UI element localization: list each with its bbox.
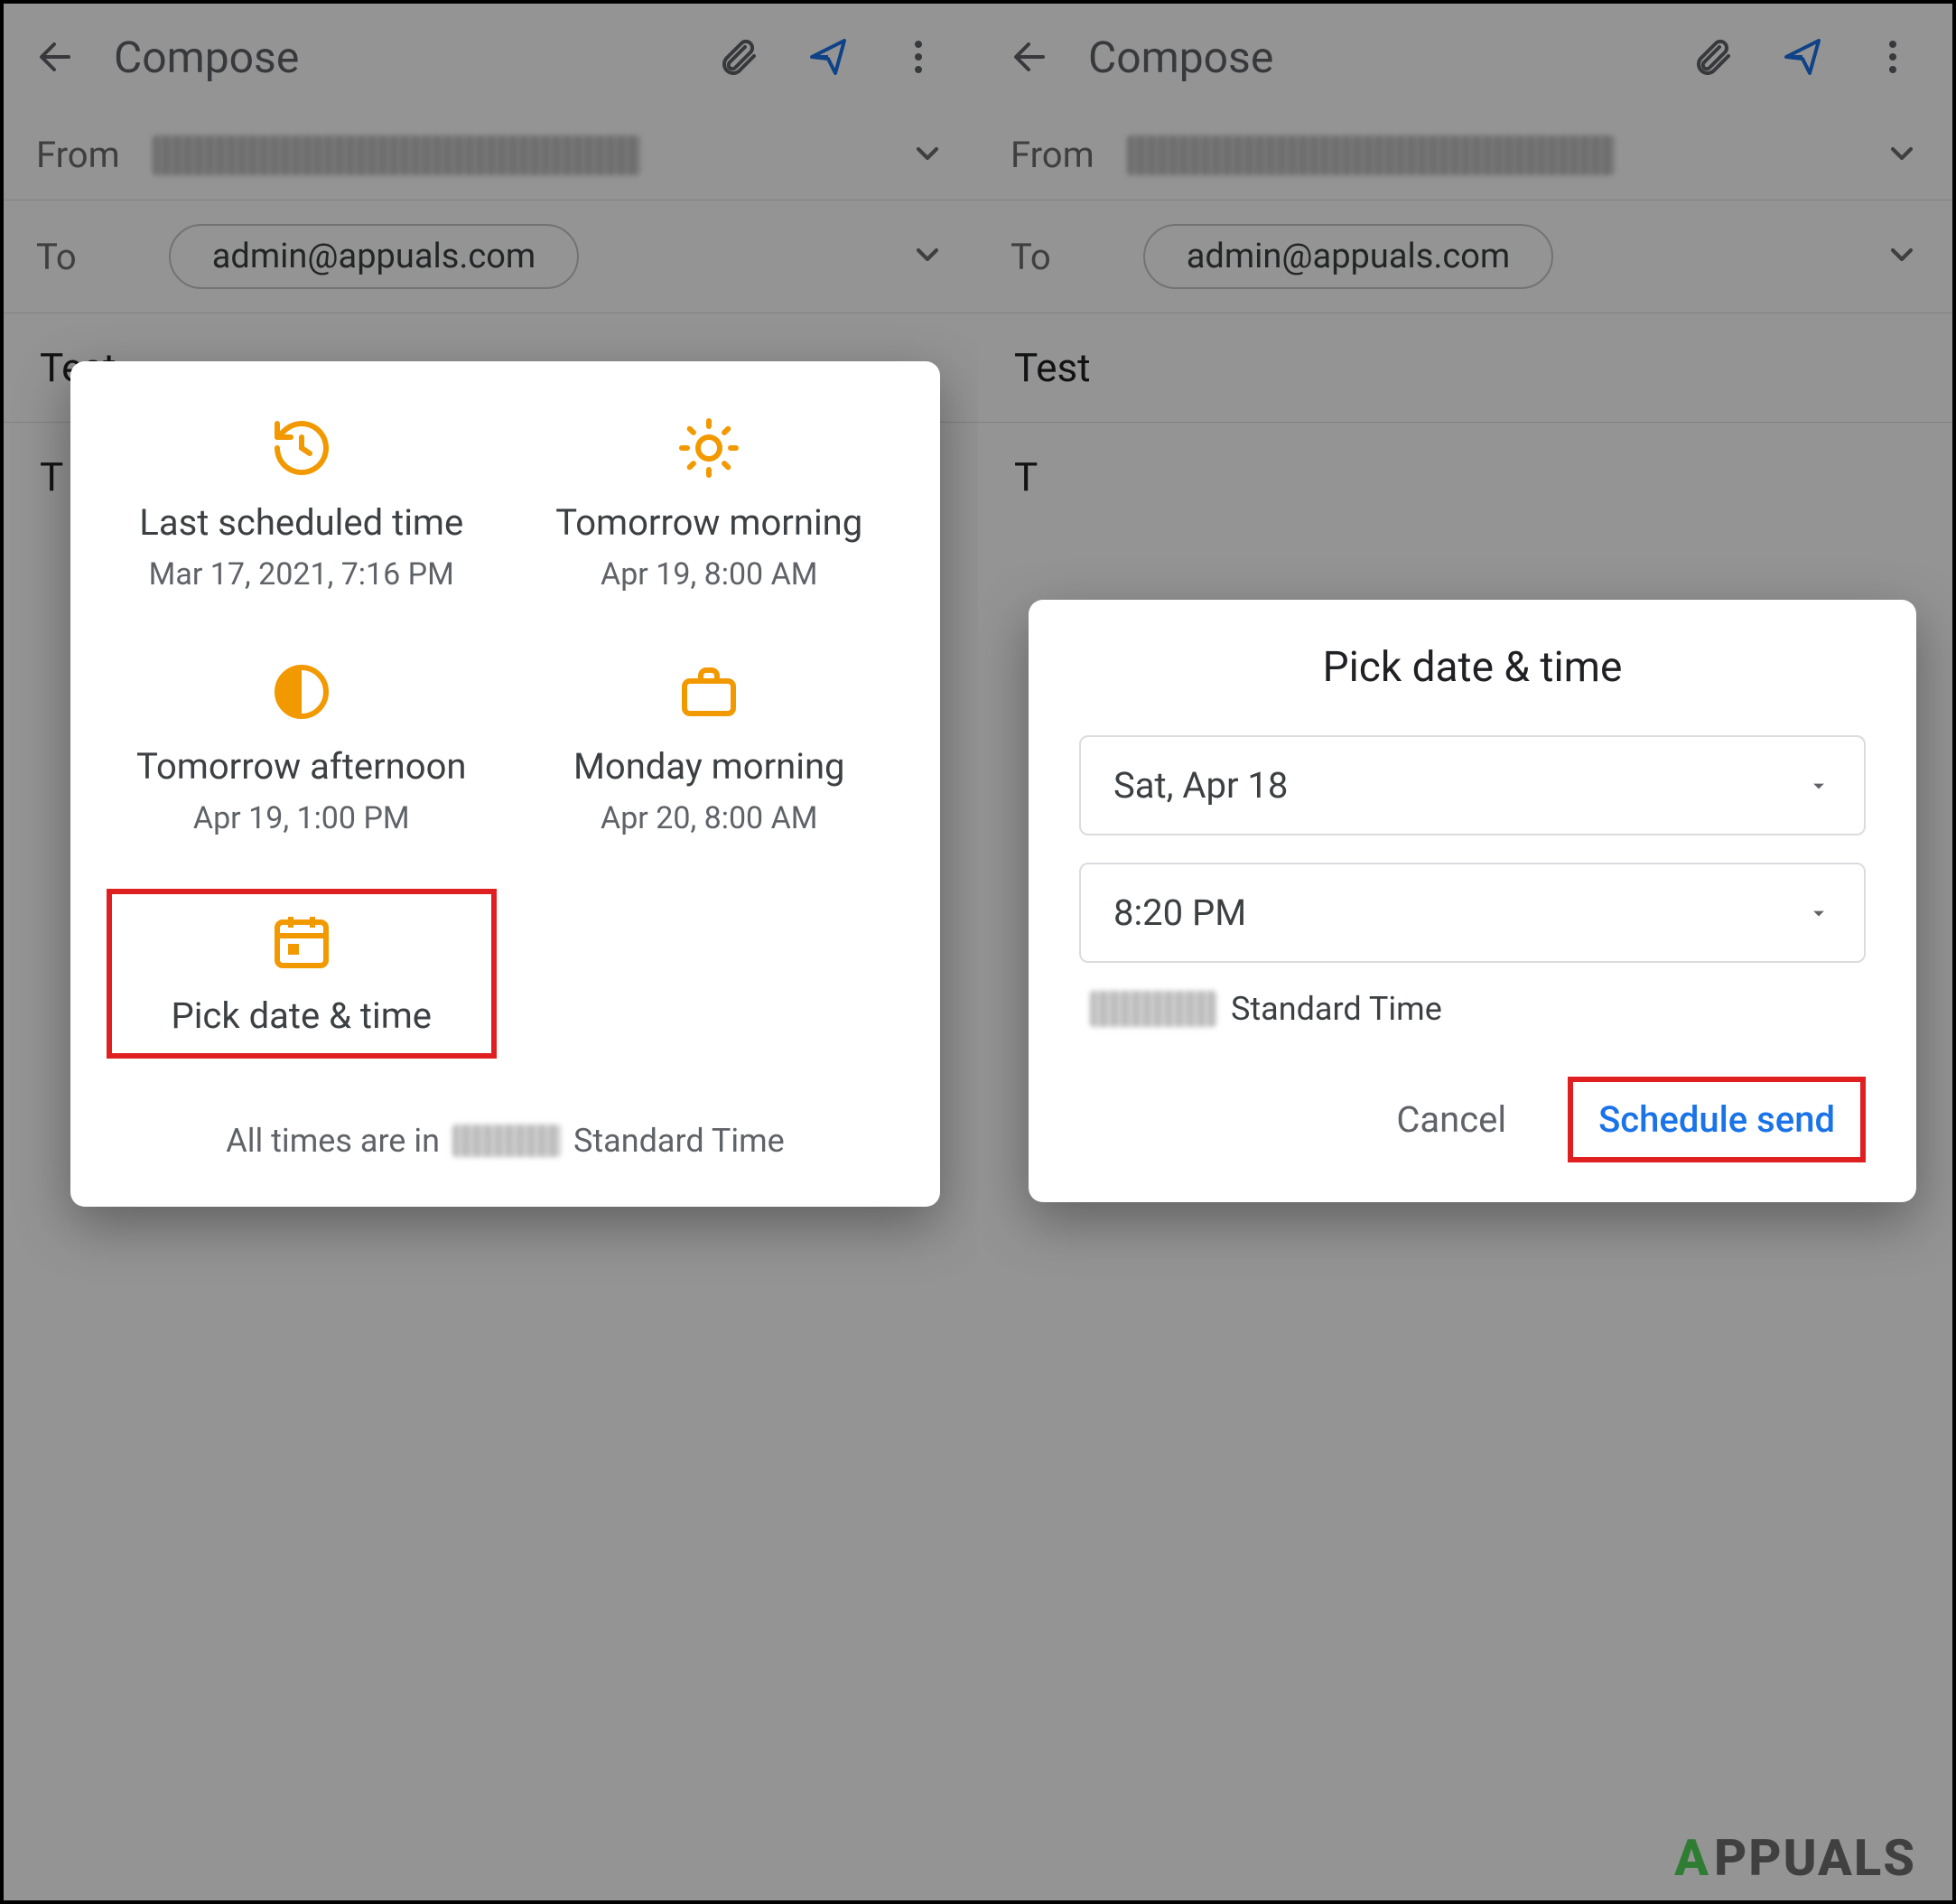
half-sun-icon	[269, 659, 334, 728]
dialog-title: Pick date & time	[1079, 643, 1866, 692]
body-field[interactable]: T	[978, 423, 1952, 531]
pick-date-time-dialog: Pick date & time Sat, Apr 18 8:20 PM Sta…	[1029, 600, 1916, 1202]
overflow-menu-button[interactable]	[886, 24, 951, 89]
to-row[interactable]: To admin@appuals.com	[4, 201, 978, 313]
appbar: Compose	[978, 4, 1952, 110]
appuals-watermark: APPUALS	[1674, 1828, 1916, 1888]
left-screenshot: Compose From To admin@appuals.com Test T…	[4, 4, 978, 1900]
back-button[interactable]	[23, 24, 88, 89]
overflow-menu-button[interactable]	[1860, 24, 1925, 89]
more-vert-icon	[1871, 35, 1914, 79]
back-arrow-icon	[34, 35, 78, 79]
briefcase-icon	[676, 659, 741, 728]
timezone-redacted	[1090, 991, 1216, 1027]
sun-icon	[676, 415, 741, 484]
option-tomorrow-morning[interactable]: Tomorrow morning Apr 19, 8:00 AM	[515, 401, 905, 609]
send-icon	[1781, 35, 1824, 79]
from-label: From	[1011, 134, 1094, 176]
from-address-redacted	[1127, 135, 1615, 175]
date-select[interactable]: Sat, Apr 18	[1079, 735, 1866, 835]
from-label: From	[36, 134, 120, 176]
back-arrow-icon	[1009, 35, 1052, 79]
attach-button[interactable]	[1680, 24, 1745, 89]
right-screenshot: Compose From To admin@appuals.com Test T…	[978, 4, 1952, 1900]
to-label: To	[36, 236, 77, 278]
chevron-down-icon	[909, 237, 945, 276]
send-button[interactable]	[796, 24, 861, 89]
calendar-icon	[269, 909, 334, 977]
option-pick-date-time[interactable]: Pick date & time	[107, 889, 497, 1059]
dropdown-icon	[1806, 773, 1831, 798]
to-label: To	[1011, 236, 1051, 278]
chevron-down-icon	[1884, 135, 1920, 175]
timezone-redacted	[452, 1125, 561, 1157]
to-row[interactable]: To admin@appuals.com	[978, 201, 1952, 313]
selected-time: 8:20 PM	[1113, 891, 1246, 934]
timezone-line: Standard Time	[1079, 990, 1866, 1028]
schedule-send-button[interactable]: Schedule send	[1568, 1077, 1866, 1162]
from-row[interactable]: From	[978, 110, 1952, 201]
appbar: Compose	[4, 4, 978, 110]
dropdown-icon	[1806, 901, 1831, 926]
recipient-chip[interactable]: admin@appuals.com	[169, 224, 580, 289]
more-vert-icon	[897, 35, 940, 79]
send-button[interactable]	[1770, 24, 1835, 89]
recipient-chip[interactable]: admin@appuals.com	[1143, 224, 1554, 289]
appbar-title: Compose	[114, 32, 680, 83]
appbar-title: Compose	[1088, 32, 1654, 83]
send-icon	[806, 35, 850, 79]
from-address-redacted	[153, 135, 640, 175]
option-tomorrow-afternoon[interactable]: Tomorrow afternoon Apr 19, 1:00 PM	[107, 645, 497, 853]
option-monday-morning[interactable]: Monday morning Apr 20, 8:00 AM	[515, 645, 905, 853]
option-last-scheduled[interactable]: Last scheduled time Mar 17, 2021, 7:16 P…	[107, 401, 497, 609]
selected-date: Sat, Apr 18	[1113, 764, 1288, 807]
schedule-send-dialog: Last scheduled time Mar 17, 2021, 7:16 P…	[70, 361, 940, 1207]
paperclip-icon	[716, 35, 759, 79]
timezone-footer: All times are in Standard Time	[107, 1122, 904, 1160]
history-icon	[269, 415, 334, 484]
time-select[interactable]: 8:20 PM	[1079, 863, 1866, 963]
cancel-button[interactable]: Cancel	[1371, 1082, 1532, 1157]
back-button[interactable]	[998, 24, 1063, 89]
chevron-down-icon	[1884, 237, 1920, 276]
attach-button[interactable]	[705, 24, 770, 89]
subject-field[interactable]: Test	[978, 313, 1952, 423]
paperclip-icon	[1691, 35, 1734, 79]
from-row[interactable]: From	[4, 110, 978, 201]
chevron-down-icon	[909, 135, 945, 175]
